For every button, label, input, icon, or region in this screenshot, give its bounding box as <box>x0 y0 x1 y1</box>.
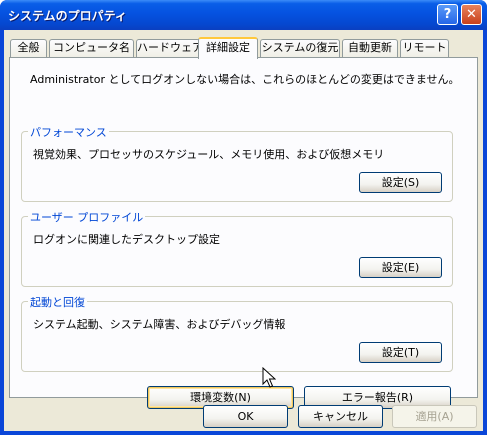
admin-notice: Administrator としてログオンしない場合は、これらのほとんどの変更は… <box>30 73 460 86</box>
tab-computer-name[interactable]: コンピュータ名 <box>49 39 134 57</box>
tab-general[interactable]: 全般 <box>10 39 47 57</box>
tab-automatic-updates[interactable]: 自動更新 <box>342 39 398 57</box>
startup-recovery-description: システム起動、システム障害、およびデバッグ情報 <box>33 318 286 331</box>
help-button[interactable]: ? <box>437 4 458 25</box>
ok-button[interactable]: OK <box>203 405 288 428</box>
user-profile-group: ユーザー プロファイル ログオンに関連したデスクトップ設定 設定(E) <box>21 209 453 287</box>
window-title: システムのプロパティ <box>8 9 127 23</box>
performance-group: パフォーマンス 視覚効果、プロセッサのスケジュール、メモリ使用、および仮想メモリ… <box>21 124 453 202</box>
user-profile-settings-button[interactable]: 設定(E) <box>359 257 442 278</box>
close-icon: ✕ <box>466 7 477 22</box>
user-profile-description: ログオンに関連したデスクトップ設定 <box>33 233 220 246</box>
help-icon: ? <box>443 7 452 22</box>
cancel-button[interactable]: キャンセル <box>298 405 383 428</box>
tab-remote[interactable]: リモート <box>400 39 449 57</box>
dialog-body: 全般 コンピュータ名 ハードウェア 詳細設定 システムの復元 自動更新 リモート… <box>4 30 483 431</box>
system-properties-window: システムのプロパティ ? ✕ 全般 コンピュータ名 ハードウェア 詳細設定 シス… <box>0 0 487 435</box>
title-bar[interactable]: システムのプロパティ ? ✕ <box>0 0 487 30</box>
tab-advanced[interactable]: 詳細設定 <box>198 37 258 59</box>
performance-settings-button[interactable]: 設定(S) <box>359 172 442 193</box>
tab-system-restore[interactable]: システムの復元 <box>260 39 340 57</box>
startup-recovery-group-title: 起動と回復 <box>28 294 87 310</box>
advanced-tab-panel: Administrator としてログオンしない場合は、これらのほとんどの変更は… <box>9 57 478 409</box>
performance-description: 視覚効果、プロセッサのスケジュール、メモリ使用、および仮想メモリ <box>33 148 385 161</box>
apply-button[interactable]: 適用(A) <box>392 405 477 428</box>
tab-hardware[interactable]: ハードウェア <box>136 39 200 57</box>
startup-recovery-settings-button[interactable]: 設定(T) <box>359 342 442 363</box>
mouse-pointer-icon <box>262 367 276 388</box>
user-profile-group-title: ユーザー プロファイル <box>28 209 146 225</box>
startup-recovery-group: 起動と回復 システム起動、システム障害、およびデバッグ情報 設定(T) <box>21 294 453 372</box>
close-button[interactable]: ✕ <box>461 4 482 25</box>
performance-group-title: パフォーマンス <box>28 124 109 140</box>
